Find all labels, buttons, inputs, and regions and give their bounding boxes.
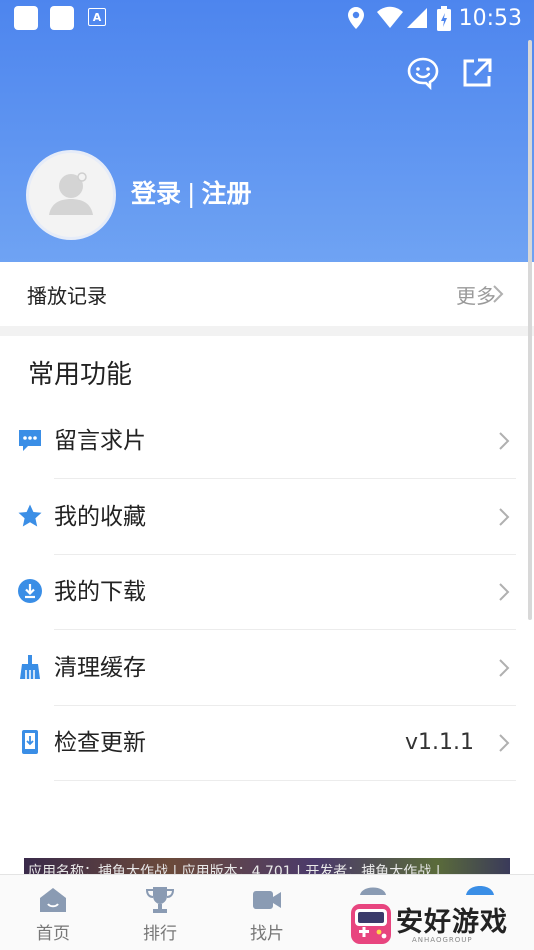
video-icon	[253, 891, 281, 909]
location-icon	[348, 7, 364, 29]
menu-item-request[interactable]: 留言求片	[0, 403, 534, 479]
app-notification-icon: A	[88, 8, 106, 26]
menu-item-label: 我的下载	[54, 579, 146, 605]
chevron-right-icon	[499, 583, 510, 601]
gamepad-logo-icon	[351, 904, 391, 944]
tab-ranking[interactable]: 排行	[125, 885, 195, 944]
menu-item-check-update[interactable]: 检查更新 v1.1.1	[0, 705, 534, 781]
section-title: 常用功能	[28, 360, 133, 390]
row-divider	[54, 780, 516, 781]
clock: 10:53	[458, 6, 522, 31]
section-divider	[0, 326, 534, 336]
user-placeholder-icon	[49, 172, 93, 215]
tab-home[interactable]: 首页	[18, 885, 88, 944]
chevron-right-icon	[493, 285, 504, 303]
chevron-right-icon	[499, 659, 510, 677]
tab-icon-partial-active[interactable]	[464, 883, 496, 895]
menu-item-label: 检查更新	[54, 730, 146, 756]
login-link[interactable]: 登录	[131, 179, 181, 208]
home-icon	[40, 888, 66, 912]
status-bar: A 10:53	[0, 0, 534, 38]
menu-item-downloads[interactable]: 我的下载	[0, 554, 534, 630]
update-icon	[22, 730, 38, 754]
profile-header: A 10:53 登录 | 注册	[0, 0, 534, 262]
chevron-right-icon	[499, 432, 510, 450]
chevron-right-icon	[499, 508, 510, 526]
watermark-subtext: ANHAOGROUP	[412, 936, 473, 944]
login-register[interactable]: 登录 | 注册	[131, 176, 251, 212]
signal-icon	[407, 8, 427, 28]
scrollbar[interactable]	[528, 40, 532, 620]
play-history-row[interactable]: 播放记录 更多	[0, 262, 534, 326]
tab-icon-partial[interactable]	[358, 883, 388, 895]
download-icon	[18, 579, 42, 603]
more-link[interactable]: 更多	[456, 280, 496, 309]
tab-label: 排行	[143, 924, 177, 944]
login-separator: |	[187, 179, 196, 208]
watermark: 安好游戏 ANHAOGROUP	[350, 898, 534, 950]
tab-label: 首页	[36, 924, 70, 944]
broom-icon	[20, 655, 40, 679]
notification-icon	[50, 6, 74, 30]
menu-item-label: 留言求片	[54, 428, 146, 454]
tab-label: 找片	[250, 924, 284, 944]
tab-find-videos[interactable]: 找片	[232, 885, 302, 944]
chat-icon[interactable]	[406, 56, 440, 90]
share-icon[interactable]	[460, 56, 494, 90]
chevron-right-icon	[499, 734, 510, 752]
menu-item-label: 清理缓存	[54, 655, 146, 681]
play-history-title: 播放记录	[27, 284, 107, 308]
menu-item-label: 我的收藏	[54, 504, 146, 530]
trophy-icon	[145, 887, 175, 913]
menu-item-clear-cache[interactable]: 清理缓存	[0, 630, 534, 706]
notification-icon	[14, 6, 38, 30]
avatar[interactable]	[26, 150, 116, 240]
watermark-text: 安好游戏	[396, 907, 508, 938]
star-icon	[18, 504, 42, 527]
version-value: v1.1.1	[405, 730, 474, 755]
battery-icon	[437, 6, 451, 31]
wifi-icon	[377, 6, 403, 28]
message-icon	[19, 430, 41, 451]
register-link[interactable]: 注册	[201, 179, 251, 208]
menu-item-favorites[interactable]: 我的收藏	[0, 479, 534, 555]
